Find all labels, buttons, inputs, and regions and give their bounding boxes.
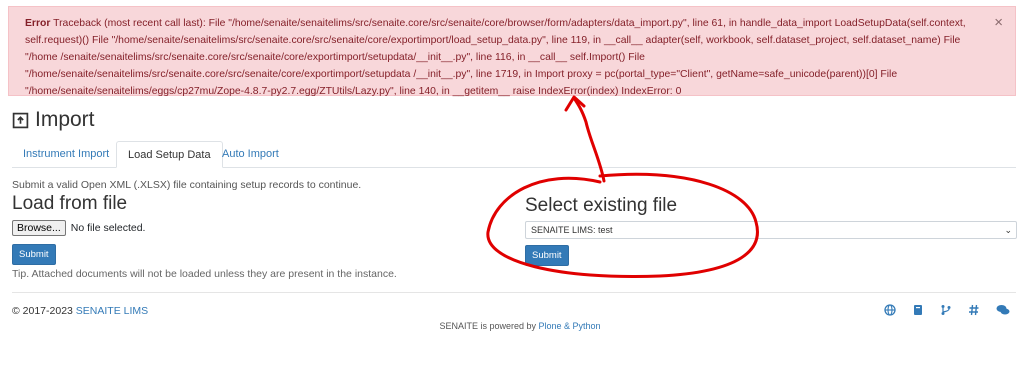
plone-python-link[interactable]: Plone & Python [539, 321, 601, 331]
comments-icon[interactable] [996, 303, 1010, 317]
chevron-down-icon: ⌄ [1004, 225, 1012, 235]
annotation-arrow-line [572, 96, 606, 183]
tip-text: Tip. Attached documents will not be load… [12, 268, 397, 280]
error-traceback: Traceback (most recent call last): File … [25, 18, 966, 97]
page-title: Import [12, 108, 95, 132]
powered-by: SENAITE is powered by Plone & Python [0, 321, 1024, 331]
upload-hint: Submit a valid Open XML (.XLSX) file con… [12, 179, 362, 191]
footer-icons [884, 303, 1010, 317]
code-branch-icon[interactable] [940, 303, 954, 317]
tab-instrument-import[interactable]: Instrument Import [12, 141, 120, 167]
file-status: No file selected. [70, 222, 146, 234]
page-title-text: Import [35, 108, 95, 131]
existing-file-select[interactable]: SENAITE LIMS: test ⌄ [525, 221, 1017, 239]
senaite-lims-link[interactable]: SENAITE LIMS [76, 305, 148, 317]
copyright-prefix: © 2017-2023 [12, 305, 76, 317]
error-label: Error [25, 18, 51, 29]
file-input: Browse... No file selected. [12, 220, 145, 236]
copyright: © 2017-2023 SENAITE LIMS [12, 305, 148, 317]
globe-icon[interactable] [884, 303, 898, 317]
powered-prefix: SENAITE is powered by [439, 321, 539, 331]
tab-bar: Instrument Import Load Setup Data Auto I… [12, 141, 1016, 168]
browse-button[interactable]: Browse... [12, 220, 66, 236]
hashtag-icon[interactable] [968, 303, 982, 317]
import-icon [12, 112, 29, 128]
select-existing-heading: Select existing file [525, 195, 678, 216]
submit-upload-button[interactable]: Submit [12, 244, 56, 265]
close-alert-button[interactable]: × [994, 14, 1003, 31]
book-icon[interactable] [912, 303, 926, 317]
submit-existing-button[interactable]: Submit [525, 245, 569, 266]
existing-file-selected: SENAITE LIMS: test [531, 225, 613, 235]
load-from-file-heading: Load from file [12, 193, 128, 214]
error-alert: Error Traceback (most recent call last):… [8, 6, 1016, 97]
tab-load-setup-data[interactable]: Load Setup Data [116, 141, 223, 168]
footer-divider [12, 292, 1016, 293]
tab-auto-import[interactable]: Auto Import [211, 141, 290, 167]
